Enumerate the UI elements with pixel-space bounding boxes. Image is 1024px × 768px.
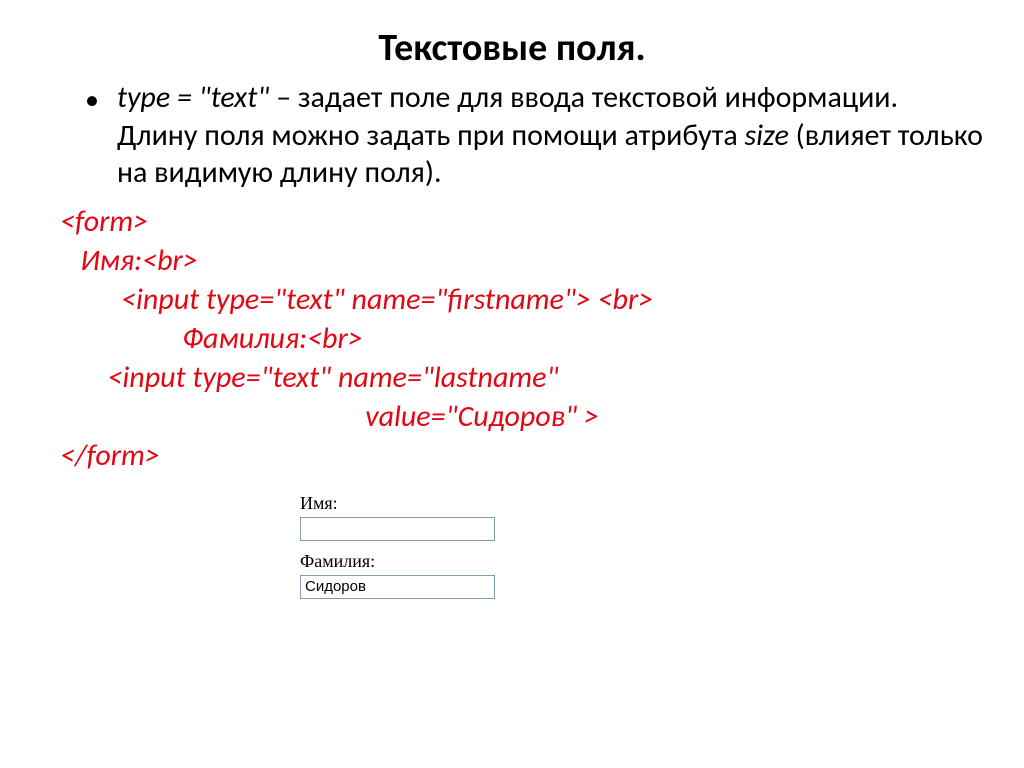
firstname-label: Имя:	[300, 493, 984, 514]
dash: –	[276, 79, 298, 116]
bullet-marker: •	[85, 82, 99, 117]
code-example: <form> Имя:<br> <input type="text" name=…	[40, 202, 984, 475]
bullet-item: • type = "text" – задает поле для ввода …	[40, 79, 984, 192]
code-line-5: <input type="text" name="lastname"	[60, 358, 984, 397]
lastname-label: Фамилия:	[300, 551, 984, 572]
code-line-7: </form>	[60, 436, 984, 475]
firstname-input[interactable]	[300, 517, 495, 541]
code-line-4: Фамилия:<br>	[60, 319, 984, 358]
form-preview: Имя: Фамилия:	[300, 493, 984, 609]
code-line-1: <form>	[60, 202, 984, 241]
code-line-2: Имя:<br>	[60, 241, 984, 280]
slide-title: Текстовые поля.	[40, 25, 984, 71]
code-line-6: value="Сидоров" >	[60, 397, 984, 436]
code-line-3: <input type="text" name="firstname"> <br…	[60, 280, 984, 319]
attr-type-text: type = "text"	[117, 79, 276, 116]
lastname-input[interactable]	[300, 575, 495, 599]
attr-size: size	[745, 117, 789, 154]
bullet-description: type = "text" – задает поле для ввода те…	[117, 79, 984, 192]
